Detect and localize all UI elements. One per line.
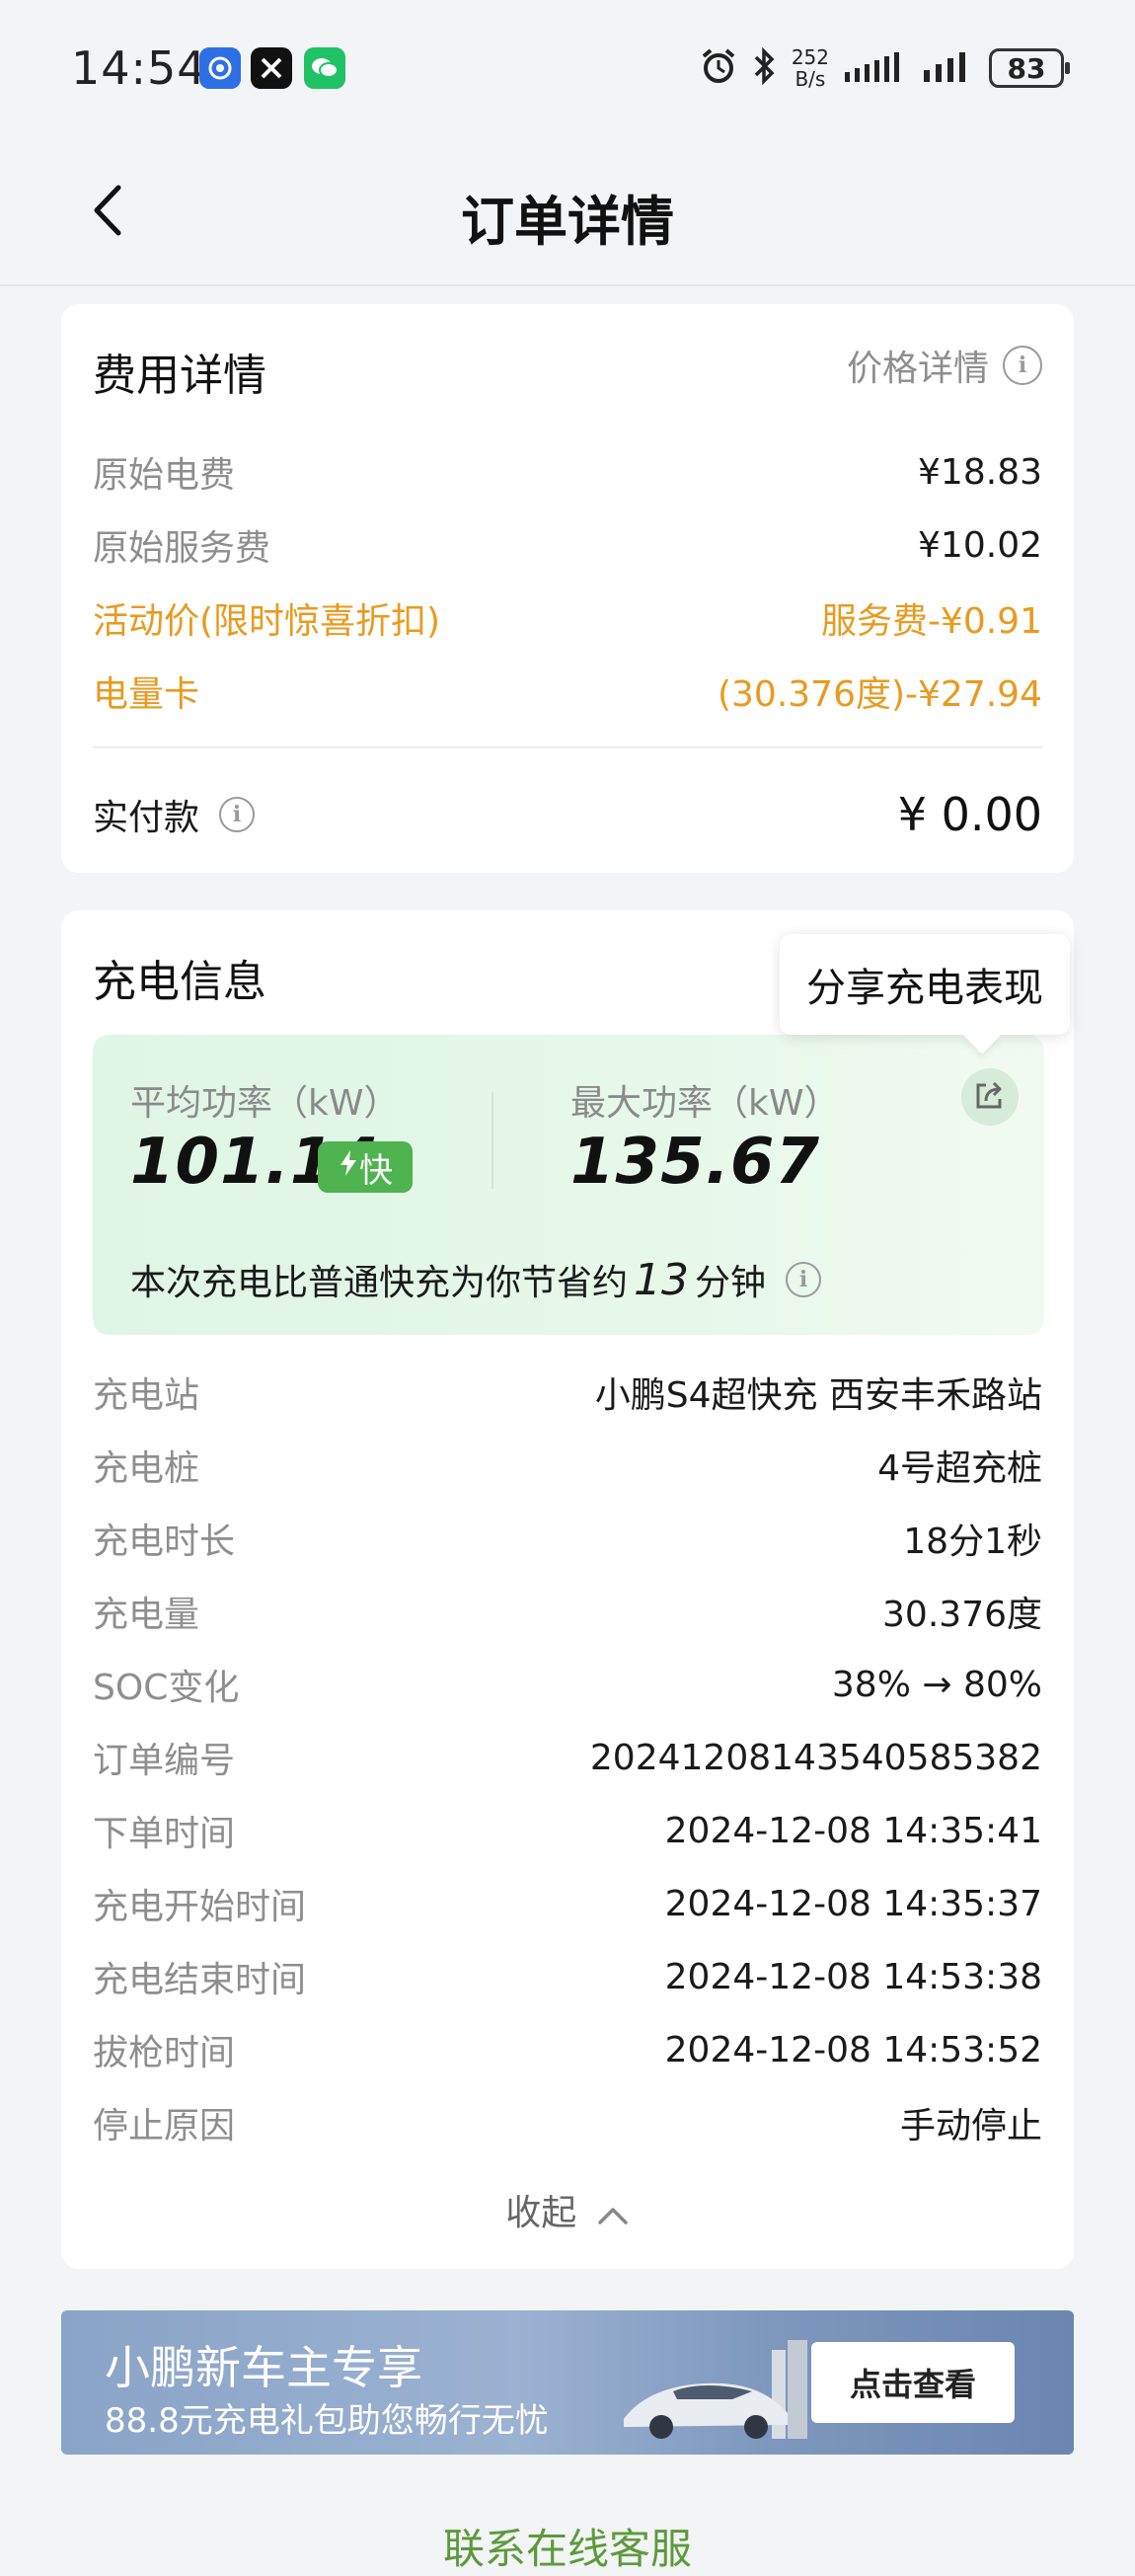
banner-view-button[interactable]: 点击查看 [811,2342,1015,2423]
signal-icon [922,48,975,88]
detail-label: 充电开始时间 [93,1887,307,1927]
promo-banner[interactable]: 小鹏新车主专享 88.8元充电礼包助您畅行无忧 点击查看 [61,2310,1074,2455]
detail-value: 30.376度 [882,1595,1042,1635]
detail-value: 2024-12-08 14:53:38 [664,1956,1042,1997]
close-app-icon [251,47,292,89]
detail-value: 18分1秒 [903,1522,1042,1562]
status-time: 14:54 [71,41,207,95]
bluetooth-icon [752,46,778,90]
detail-row-order-time: 下单时间 2024-12-08 14:35:41 [93,1801,1042,1860]
detail-row-start-time: 充电开始时间 2024-12-08 14:35:37 [93,1874,1042,1933]
fast-badge-label: 快 [359,1150,393,1191]
lightning-icon [338,1147,359,1187]
detail-value: 2024-12-08 14:35:41 [664,1810,1042,1851]
fee-label: 原始服务费 [93,528,271,569]
detail-label: 停止原因 [93,2106,236,2147]
divider [93,746,1042,748]
detail-label: 充电桩 [93,1448,200,1489]
battery-indicator: 83 [989,48,1070,88]
nav-bar: 订单详情 [0,138,1135,286]
detail-label: 充电站 [93,1375,200,1416]
detail-value: 小鹏S4超快充 西安丰禾路站 [594,1375,1042,1416]
fee-label: 原始电费 [93,455,236,496]
detail-value: 2024-12-08 14:53:52 [664,2029,1042,2070]
fee-value: 服务费-¥0.91 [820,601,1042,642]
wechat-icon [304,47,345,89]
banner-title: 小鹏新车主专享 [105,2341,422,2394]
fee-row-promotion: 活动价(限时惊喜折扣) 服务费-¥0.91 [93,588,1042,648]
detail-label: 充电时长 [93,1522,236,1562]
car-image [614,2330,821,2449]
detail-label: 订单编号 [93,1741,236,1781]
power-summary: 平均功率（kW） 101.14 快 最大功率（kW） 135.67 本次充电比普… [93,1035,1044,1335]
divider [492,1092,493,1189]
paid-label: 实付款 [93,798,200,838]
detail-value: 38% → 80% [831,1664,1042,1705]
max-power-value: 135.67 [570,1126,820,1199]
paid-row: 实付款 i ¥ 0.00 [93,780,1042,849]
status-bar: 14:54 252 B/s 83 [0,0,1135,138]
fee-card-title: 费用详情 [93,351,266,401]
avg-power-label: 平均功率（kW） [130,1083,400,1124]
detail-row-order-no: 订单编号 20241208143540585382 [93,1728,1042,1787]
share-button[interactable] [961,1068,1019,1126]
fee-value: (30.376度)-¥27.94 [717,674,1042,715]
detail-value: 2024-12-08 14:35:37 [664,1883,1042,1924]
charge-card-title: 充电信息 [93,957,266,1007]
banner-subtitle: 88.8元充电礼包助您畅行无忧 [105,2401,549,2441]
detail-value: 20241208143540585382 [589,1737,1042,1778]
info-icon: i [219,797,256,832]
detail-label: 拔枪时间 [93,2033,236,2073]
fee-value: ¥18.83 [918,451,1042,493]
fee-row-service: 原始服务费 ¥10.02 [93,515,1042,575]
detail-row-unplug-time: 拔枪时间 2024-12-08 14:53:52 [93,2020,1042,2079]
price-detail-label: 价格详情 [846,349,989,389]
detail-row-soc: SOC变化 38% → 80% [93,1655,1042,1714]
share-tooltip[interactable]: 分享充电表现 [780,934,1070,1035]
detail-value: 4号超充桩 [877,1448,1042,1489]
baidu-icon [199,47,241,89]
detail-row-pile: 充电桩 4号超充桩 [93,1436,1042,1495]
chevron-up-icon [596,2195,630,2235]
collapse-label: 收起 [505,2193,577,2233]
saving-minutes: 13 [634,1254,690,1305]
signal-icon [843,48,908,88]
info-icon[interactable]: i [786,1262,822,1297]
fee-label: 电量卡 [93,674,200,715]
saving-prefix: 本次充电比普通快充为你节省约 [130,1263,629,1303]
detail-row-duration: 充电时长 18分1秒 [93,1509,1042,1568]
net-speed: 252 B/s [791,45,829,91]
detail-row-station: 充电站 小鹏S4超快充 西安丰禾路站 [93,1363,1042,1422]
price-detail-link[interactable]: 价格详情 i [847,340,1042,391]
contact-service-link[interactable]: 联系在线客服 [0,2516,1135,2576]
charging-info-card: 充电信息 平均功率（kW） 101.14 快 最大功率（kW） 135.67 本… [61,910,1074,2269]
detail-label: 充电结束时间 [93,1960,307,2000]
detail-row-stop-reason: 停止原因 手动停止 [93,2093,1042,2152]
page-title: 订单详情 [461,191,674,253]
info-icon: i [1003,346,1042,385]
fee-label: 活动价(限时惊喜折扣) [93,601,441,642]
max-power-label: 最大功率（kW） [570,1083,840,1124]
fee-row-energy-card: 电量卡 (30.376度)-¥27.94 [93,662,1042,721]
collapse-button[interactable]: 收起 [61,2184,1074,2235]
fee-row-electricity: 原始电费 ¥18.83 [93,442,1042,502]
saving-suffix: 分钟 [695,1263,767,1303]
paid-label-group[interactable]: 实付款 i [93,789,256,840]
detail-label: 充电量 [93,1595,200,1635]
detail-value: 手动停止 [899,2106,1042,2147]
paid-value: ¥ 0.00 [897,788,1042,841]
share-icon [972,1077,1008,1117]
detail-label: 下单时间 [93,1814,236,1854]
fee-value: ¥10.02 [918,524,1042,566]
fee-detail-card: 费用详情 价格详情 i 原始电费 ¥18.83 原始服务费 ¥10.02 活动价… [61,304,1074,873]
detail-row-end-time: 充电结束时间 2024-12-08 14:53:38 [93,1947,1042,2006]
alarm-icon [699,46,738,90]
fast-badge: 快 [318,1141,413,1193]
detail-row-energy: 充电量 30.376度 [93,1582,1042,1641]
detail-label: SOC变化 [93,1668,240,1708]
time-saving-text: 本次充电比普通快充为你节省约 13 分钟 i [130,1254,822,1305]
